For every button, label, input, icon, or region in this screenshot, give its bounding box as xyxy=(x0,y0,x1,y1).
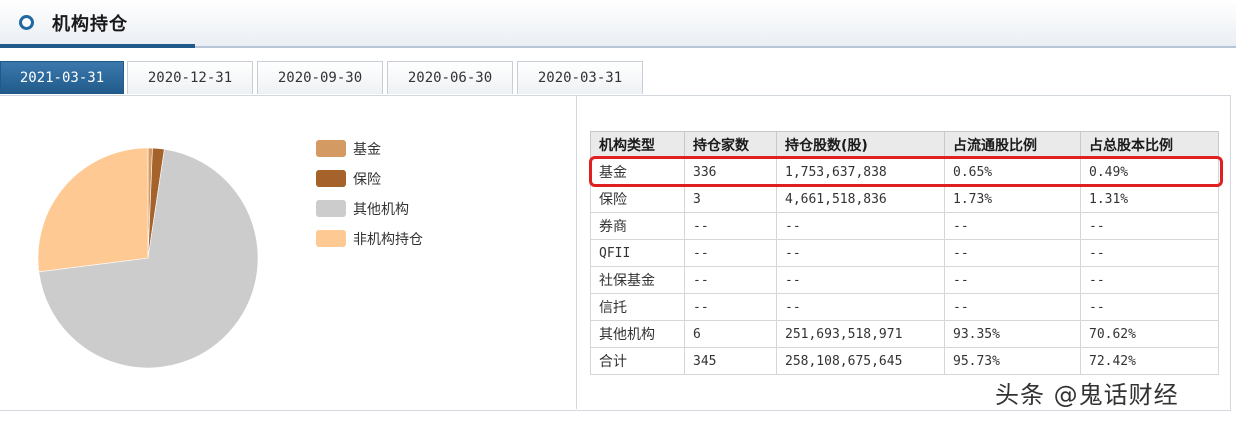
cell-count: 6 xyxy=(684,320,777,348)
cell-shares: 258,108,675,645 xyxy=(776,347,945,375)
table-row: 券商 -- -- -- -- xyxy=(590,212,1219,240)
cell-total-ratio: -- xyxy=(1080,266,1219,294)
cell-shares: 251,693,518,971 xyxy=(776,320,945,348)
cell-type: 其他机构 xyxy=(590,320,685,348)
header-float-ratio: 占流通股比例 xyxy=(944,131,1081,159)
cell-count: -- xyxy=(684,239,777,267)
cell-shares: -- xyxy=(776,239,945,267)
cell-total-ratio: -- xyxy=(1080,239,1219,267)
panel-divider xyxy=(576,95,577,409)
legend-label-non-institutional: 非机构持仓 xyxy=(353,232,423,248)
header-total-ratio: 占总股本比例 xyxy=(1080,131,1219,159)
legend-swatch-insurance xyxy=(316,170,346,187)
holdings-pie-chart xyxy=(37,147,259,369)
cell-type: 信托 xyxy=(590,293,685,321)
cell-float-ratio: -- xyxy=(944,266,1081,294)
legend-swatch-fund xyxy=(316,140,346,157)
table-row: QFII -- -- -- -- xyxy=(590,239,1219,267)
table-row: 社保基金 -- -- -- -- xyxy=(590,266,1219,294)
watermark-text: 头条 @鬼话财经 xyxy=(995,381,1179,409)
table-row: 其他机构 6 251,693,518,971 93.35% 70.62% xyxy=(590,320,1219,348)
header-institution-type: 机构类型 xyxy=(590,131,685,159)
cell-count: -- xyxy=(684,266,777,294)
table-row: 保险 3 4,661,518,836 1.73% 1.31% xyxy=(590,185,1219,213)
cell-type: 保险 xyxy=(590,185,685,213)
table-header-row: 机构类型 持仓家数 持仓股数(股) 占流通股比例 占总股本比例 xyxy=(590,131,1219,159)
cell-shares: -- xyxy=(776,293,945,321)
cell-total-ratio: 1.31% xyxy=(1080,185,1219,213)
cell-shares: 4,661,518,836 xyxy=(776,185,945,213)
cell-float-ratio: 95.73% xyxy=(944,347,1081,375)
cell-total-ratio: 70.62% xyxy=(1080,320,1219,348)
cell-float-ratio: 93.35% xyxy=(944,320,1081,348)
cell-float-ratio: -- xyxy=(944,212,1081,240)
cell-count: 3 xyxy=(684,185,777,213)
cell-count: -- xyxy=(684,293,777,321)
legend-label-other-institutions: 其他机构 xyxy=(353,202,409,218)
cell-float-ratio: -- xyxy=(944,239,1081,267)
cell-count: -- xyxy=(684,212,777,240)
header-holder-count: 持仓家数 xyxy=(684,131,777,159)
legend-label-insurance: 保险 xyxy=(353,172,381,188)
cell-type: 社保基金 xyxy=(590,266,685,294)
cell-float-ratio: 1.73% xyxy=(944,185,1081,213)
cell-total-ratio: -- xyxy=(1080,212,1219,240)
legend-swatch-other-institutions xyxy=(316,200,346,217)
pie-slices xyxy=(37,147,259,369)
pie-slice-non-institutional xyxy=(37,147,149,273)
cell-type: 合计 xyxy=(590,347,685,375)
cell-shares: -- xyxy=(776,212,945,240)
legend-label-fund: 基金 xyxy=(353,142,381,158)
cell-type: 券商 xyxy=(590,212,685,240)
cell-total-ratio: 72.42% xyxy=(1080,347,1219,375)
table-row: 合计 345 258,108,675,645 95.73% 72.42% xyxy=(590,347,1219,375)
legend-swatch-non-institutional xyxy=(316,230,346,247)
table-row: 信托 -- -- -- -- xyxy=(590,293,1219,321)
header-shares-held: 持仓股数(股) xyxy=(776,131,945,159)
cell-total-ratio: -- xyxy=(1080,293,1219,321)
cell-shares: -- xyxy=(776,266,945,294)
cell-float-ratio: -- xyxy=(944,293,1081,321)
cell-type: QFII xyxy=(590,239,685,267)
fund-row-highlight xyxy=(589,156,1223,187)
cell-count: 345 xyxy=(684,347,777,375)
